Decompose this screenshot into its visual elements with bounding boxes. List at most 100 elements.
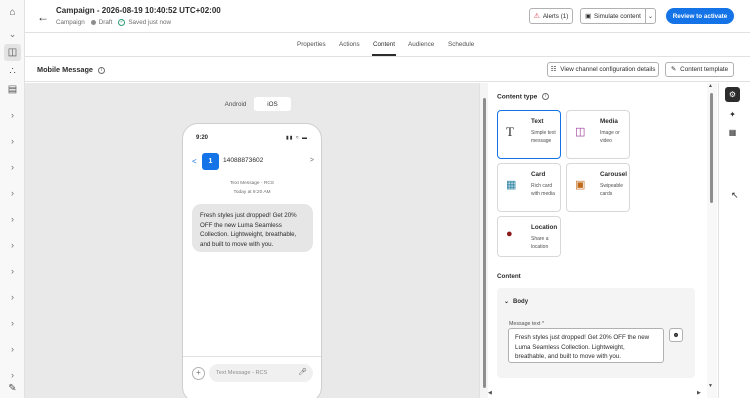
personalization-icon: ☻ <box>672 331 680 339</box>
panel-resize-handle[interactable] <box>479 83 488 398</box>
alerts-button[interactable]: ⚠ Alerts (1) <box>529 8 573 24</box>
scrollbar-thumb[interactable] <box>710 93 713 203</box>
app-window: ⌂ ⌄ ◫ ∴ ▤ › › › › › › › › › › › ✎ ← Camp… <box>0 0 750 398</box>
sender-avatar: 1 <box>202 153 219 170</box>
chevron-right-icon[interactable]: › <box>4 262 21 279</box>
card-icon: ▦ <box>506 179 517 191</box>
variants-icon[interactable]: ▦ <box>725 125 740 140</box>
chevron-right-icon: > <box>309 157 314 164</box>
info-icon[interactable]: i <box>542 93 550 100</box>
home-icon[interactable]: ⌂ <box>4 4 21 21</box>
document-icon[interactable]: ▤ <box>4 81 21 98</box>
chevron-down-icon: ⌄ <box>504 299 510 305</box>
chevron-right-icon[interactable]: › <box>4 106 21 123</box>
checkmark-circle-icon: ✓ <box>118 19 126 26</box>
image-icon: ◫ <box>575 126 586 138</box>
content-type-card-carousel[interactable]: ▣ Carousel Swipeable cards <box>566 163 630 212</box>
content-type-card-media[interactable]: ◫ Media Image or video <box>566 110 630 159</box>
content-type-card-card[interactable]: ▦ Card Rich card with media <box>497 163 561 212</box>
mouse-cursor-icon: ↖ <box>731 190 739 200</box>
os-toggle: Android iOS <box>217 97 291 111</box>
chevron-down-icon[interactable]: ⌄ <box>4 26 21 43</box>
scroll-up-icon[interactable]: ▲ <box>708 83 713 89</box>
content-type-label: Content type i <box>497 93 550 100</box>
content-type-card-text[interactable]: T Text Simple text message <box>497 110 561 159</box>
template-icon: ✎ <box>670 66 677 73</box>
saved-indicator: ✓ Saved just now <box>118 19 172 27</box>
phone-time: 9:20 <box>196 135 209 141</box>
info-icon[interactable]: i <box>97 66 105 74</box>
pencil-icon[interactable]: ✎ <box>4 380 21 397</box>
location-pin-icon: ● <box>506 228 513 240</box>
chevron-right-icon[interactable]: › <box>4 288 21 305</box>
chevron-right-icon[interactable]: › <box>4 236 21 253</box>
content-template-button[interactable]: ✎ Content template <box>665 62 734 77</box>
status-dot-icon <box>90 19 96 25</box>
tab-actions[interactable]: Actions <box>339 41 360 48</box>
journey-icon[interactable]: ∴ <box>4 63 21 80</box>
tab-audience[interactable]: Audience <box>408 41 434 48</box>
chevron-right-icon[interactable]: › <box>4 158 21 175</box>
settings-sliders-icon: ☷ <box>550 66 557 73</box>
section-bar: Mobile Message i ☷ View channel configurat… <box>25 57 750 82</box>
chevron-down-icon: ⌄ <box>647 13 654 20</box>
personalization-button[interactable]: ☻ <box>669 328 683 342</box>
card-title: Media <box>600 118 618 125</box>
gear-icon[interactable]: ⚙ <box>725 87 740 102</box>
left-nav-rail: ⌂ ⌄ ◫ ∴ ▤ › › › › › › › › › › › ✎ <box>0 0 25 398</box>
body-accordion-header[interactable]: ⌄ Body <box>504 296 532 305</box>
magic-wand-icon[interactable]: ✦ <box>725 107 740 122</box>
chevron-right-icon[interactable]: › <box>4 314 21 331</box>
content-settings-panel: Content type i T Text Simple text message… <box>488 83 706 398</box>
chevron-right-icon[interactable]: › <box>4 340 21 357</box>
message-channel-label: Text Message - RCS <box>230 181 274 186</box>
phone-compose-input: Text Message - RCS 🎤︎ <box>209 364 313 382</box>
message-text-field[interactable]: Fresh styles just dropped! Get 20% OFF t… <box>508 328 664 363</box>
scrollbar-thumb[interactable] <box>483 98 486 388</box>
scroll-down-icon[interactable]: ▼ <box>708 383 713 389</box>
carousel-icon: ▣ <box>575 179 586 191</box>
view-channel-config-button[interactable]: ☷ View channel configuration details <box>547 62 659 77</box>
panel-scrollbar[interactable]: ▲ ▼ <box>707 83 717 398</box>
status-badge: Draft <box>90 19 112 26</box>
messages-icon[interactable]: ◫ <box>4 44 21 61</box>
tab-schedule[interactable]: Schedule <box>448 41 474 48</box>
os-option-ios[interactable]: iOS <box>254 97 291 111</box>
microphone-icon: 🎤︎ <box>298 369 307 376</box>
message-timestamp: Today at 9:20 AM <box>233 190 271 195</box>
phone-compose-bar: + Text Message - RCS 🎤︎ <box>183 356 321 398</box>
message-text-label: Message text * <box>509 321 545 327</box>
warning-icon: ⚠ <box>533 13 540 20</box>
tab-content[interactable]: Content <box>371 41 397 56</box>
review-to-activate-button[interactable]: Review to activate <box>666 8 734 24</box>
card-description: Simple text message <box>531 130 556 144</box>
plus-icon: + <box>192 367 205 380</box>
card-description: Share a location <box>531 236 549 250</box>
card-description: Swipeable cards <box>600 183 624 197</box>
content-type-card-location[interactable]: ● Location Share a location <box>497 216 561 257</box>
chevron-right-icon[interactable]: › <box>4 132 21 149</box>
sender-number: 14088873602 <box>223 157 264 164</box>
horizontal-scrollbar[interactable]: ◀ ▶ <box>488 390 706 398</box>
scroll-right-icon[interactable]: ▶ <box>697 390 701 396</box>
text-icon: T <box>506 124 514 139</box>
campaign-header: ← Campaign - 2026-08-19 10:40:52 UTC+02:… <box>25 0 750 33</box>
content-section-label: Content <box>497 273 521 280</box>
back-arrow-icon[interactable]: ← <box>37 10 49 24</box>
message-bubble: Fresh styles just dropped! Get 20% OFF t… <box>192 204 313 252</box>
chevron-right-icon[interactable]: › <box>4 184 21 201</box>
phone-mockup: 9:20 ▮▮ ≈ ▬ < 1 14088873602 > Text Messa… <box>182 123 322 398</box>
simulate-dropdown-button[interactable]: ⌄ <box>645 8 656 24</box>
card-title: Carousel <box>600 171 627 178</box>
page-title: Campaign - 2026-08-19 10:40:52 UTC+02:00 <box>56 6 221 15</box>
simulate-content-button[interactable]: ▣ Simulate content <box>580 8 646 24</box>
card-title: Text <box>531 118 544 125</box>
tab-properties[interactable]: Properties <box>297 41 326 48</box>
scroll-left-icon[interactable]: ◀ <box>488 390 492 396</box>
chevron-right-icon[interactable]: › <box>4 210 21 227</box>
section-title: Mobile Message i <box>37 65 105 74</box>
os-option-android[interactable]: Android <box>217 97 254 111</box>
chevron-left-icon: < <box>192 157 197 166</box>
campaign-meta: Campaign Draft ✓ Saved just now <box>56 19 171 26</box>
card-title: Location <box>531 224 558 231</box>
